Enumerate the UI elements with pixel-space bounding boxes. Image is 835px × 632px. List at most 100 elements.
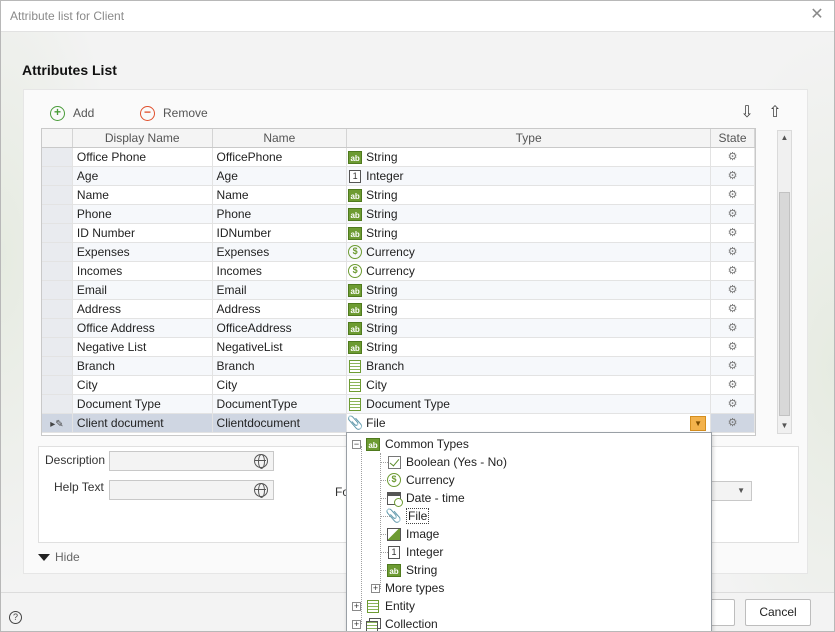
row-selector[interactable] <box>42 376 73 394</box>
tree-type-file[interactable]: 📎 File <box>386 507 430 525</box>
cell-state[interactable]: ⚙ <box>711 319 755 337</box>
cell-display-name[interactable]: ID Number <box>73 224 213 242</box>
cell-type[interactable]: ab String <box>347 300 712 318</box>
tree-entity[interactable]: + Entity <box>352 597 415 615</box>
cell-type[interactable]: ab String <box>347 148 712 166</box>
table-row[interactable]: ▸✎ Client document Clientdocument 📎 File ▼ ⚙ <box>42 414 755 433</box>
cell-name[interactable]: Incomes <box>213 262 348 280</box>
cell-name[interactable]: Expenses <box>212 243 348 261</box>
expand-icon[interactable]: + <box>371 583 380 593</box>
cell-state[interactable]: ⚙ <box>711 414 755 432</box>
cell-display-name[interactable]: Email <box>72 281 213 299</box>
tree-type-image[interactable]: Image <box>387 525 439 543</box>
cell-state[interactable]: ⚙ <box>711 281 755 299</box>
table-row[interactable]: Name Name ab String ⚙ <box>42 186 755 205</box>
cell-state[interactable]: ⚙ <box>711 262 755 280</box>
cell-type[interactable]: ab String <box>347 224 712 242</box>
globe-icon[interactable] <box>254 483 268 498</box>
format-select[interactable]: ▼ <box>711 481 752 501</box>
row-selector[interactable] <box>42 186 73 204</box>
cell-state[interactable]: ⚙ <box>711 357 755 375</box>
cell-display-name[interactable]: Name <box>73 186 213 204</box>
tree-collection[interactable]: + Collection <box>352 615 438 631</box>
cell-display-name[interactable]: Negative List <box>73 338 213 356</box>
cell-name[interactable]: Age <box>212 167 348 185</box>
grid-scrollbar[interactable]: ▲ ▼ <box>777 130 792 434</box>
row-selector[interactable] <box>42 300 73 318</box>
expand-icon[interactable]: + <box>352 601 361 611</box>
row-selector[interactable] <box>42 319 73 337</box>
tree-more-types[interactable]: + More types <box>371 579 444 597</box>
cell-state[interactable]: ⚙ <box>711 338 755 356</box>
cell-display-name[interactable]: Office Address <box>72 319 213 337</box>
remove-button[interactable]: − Remove <box>140 104 208 122</box>
cell-display-name[interactable]: Incomes <box>73 262 213 280</box>
table-row[interactable]: Age Age 1 Integer ⚙ <box>42 167 755 186</box>
scroll-up-icon[interactable]: ▲ <box>778 131 791 145</box>
cell-name[interactable]: Branch <box>212 357 348 375</box>
move-down-icon[interactable]: ⇩ <box>739 104 755 122</box>
row-selector[interactable] <box>42 243 73 261</box>
cell-state[interactable]: ⚙ <box>711 243 755 261</box>
cell-state[interactable]: ⚙ <box>711 395 755 413</box>
cell-name[interactable]: City <box>213 376 348 394</box>
cell-name[interactable]: NegativeList <box>213 338 348 356</box>
close-icon[interactable]: ✕ <box>808 6 826 24</box>
cell-name[interactable]: Name <box>213 186 348 204</box>
cell-display-name[interactable]: Age <box>72 167 213 185</box>
row-selector[interactable] <box>42 281 73 299</box>
description-field[interactable] <box>109 451 274 471</box>
tree-type-integer[interactable]: 1 Integer <box>387 543 443 561</box>
tree-common-types[interactable]: − ab Common Types <box>352 435 469 453</box>
table-row[interactable]: Email Email ab String ⚙ <box>42 281 755 300</box>
type-dropdown-arrow-icon[interactable]: ▼ <box>690 416 707 431</box>
cell-display-name[interactable]: Phone <box>72 205 213 223</box>
cell-state[interactable]: ⚙ <box>711 186 755 204</box>
help-icon[interactable]: ? <box>9 611 22 624</box>
table-row[interactable]: Document Type DocumentType Document Type ⚙ <box>42 395 755 414</box>
cell-type[interactable]: Document Type <box>347 395 712 413</box>
cell-type[interactable]: ab String <box>347 319 712 337</box>
cell-type[interactable]: $ Currency <box>347 262 712 280</box>
row-selector[interactable] <box>42 262 73 280</box>
header-name[interactable]: Name <box>213 129 348 147</box>
cell-name[interactable]: Phone <box>212 205 348 223</box>
table-row[interactable]: ID Number IDNumber ab String ⚙ <box>42 224 755 243</box>
table-row[interactable]: Office Address OfficeAddress ab String ⚙ <box>42 319 755 338</box>
tree-type-date-time[interactable]: Date - time <box>387 489 465 507</box>
cell-type[interactable]: 📎 File ▼ <box>347 414 712 432</box>
scroll-down-icon[interactable]: ▼ <box>778 419 791 433</box>
header-type[interactable]: Type <box>347 129 712 147</box>
expand-icon[interactable]: + <box>352 619 361 629</box>
cell-state[interactable]: ⚙ <box>711 300 755 318</box>
cell-display-name[interactable]: Document Type <box>72 395 213 413</box>
row-selector[interactable] <box>42 148 73 166</box>
cell-name[interactable]: OfficePhone <box>213 148 348 166</box>
table-row[interactable]: Incomes Incomes $ Currency ⚙ <box>42 262 755 281</box>
tree-type-boolean-yes-no[interactable]: Boolean (Yes - No) <box>387 453 507 471</box>
cell-display-name[interactable]: City <box>73 376 213 394</box>
cancel-button[interactable]: Cancel <box>745 599 811 626</box>
cell-name[interactable]: Clientdocument <box>212 414 348 432</box>
help-text-field[interactable] <box>109 480 274 500</box>
add-button[interactable]: + Add <box>50 104 94 122</box>
cell-type[interactable]: ab String <box>347 281 712 299</box>
globe-icon[interactable] <box>254 454 268 469</box>
cell-state[interactable]: ⚙ <box>711 205 755 223</box>
row-selector[interactable]: ▸✎ <box>42 414 73 432</box>
collapse-icon[interactable]: − <box>352 439 361 449</box>
cell-name[interactable]: Email <box>212 281 348 299</box>
table-row[interactable]: Branch Branch Branch ⚙ <box>42 357 755 376</box>
cell-type[interactable]: City <box>347 376 712 394</box>
table-row[interactable]: Phone Phone ab String ⚙ <box>42 205 755 224</box>
cell-state[interactable]: ⚙ <box>711 148 755 166</box>
cell-name[interactable]: DocumentType <box>212 395 348 413</box>
cell-state[interactable]: ⚙ <box>711 224 755 242</box>
cell-type[interactable]: 1 Integer <box>347 167 712 185</box>
tree-type-currency[interactable]: $ Currency <box>387 471 455 489</box>
cell-type[interactable]: ab String <box>347 205 712 223</box>
cell-name[interactable]: OfficeAddress <box>212 319 348 337</box>
cell-name[interactable]: IDNumber <box>213 224 348 242</box>
row-selector[interactable] <box>42 395 73 413</box>
cell-name[interactable]: Address <box>213 300 348 318</box>
